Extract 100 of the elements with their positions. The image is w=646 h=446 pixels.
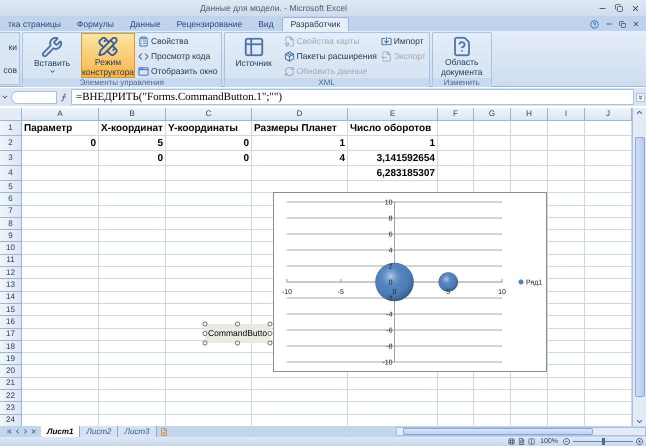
column-header[interactable]: E (348, 108, 438, 121)
ribbon-small-button[interactable]: Отобразить окно (137, 64, 219, 78)
row-header[interactable]: 14 (0, 292, 22, 304)
column-header[interactable]: G (474, 108, 511, 121)
column-header[interactable]: B (99, 108, 166, 121)
sheet-tab[interactable]: Лист2 (80, 426, 118, 437)
page-break-icon[interactable] (528, 438, 536, 445)
ribbon-tab[interactable]: Рецензирование (168, 17, 250, 31)
sheet-tab[interactable]: Лист3 (118, 426, 156, 437)
wrench-icon (41, 36, 63, 58)
close-icon[interactable] (631, 4, 640, 12)
ribbon-tab[interactable]: Формулы (68, 17, 122, 31)
selection-handles[interactable] (201, 320, 274, 347)
zoom-out-icon[interactable] (563, 438, 570, 445)
row-header[interactable]: 23 (0, 402, 22, 415)
scroll-thumb[interactable] (403, 428, 593, 435)
column-header[interactable]: I (548, 108, 585, 121)
command-button[interactable]: CommandButto (205, 324, 270, 343)
ribbon-large-button[interactable]: Источник (226, 33, 281, 78)
empty-cell (99, 340, 166, 354)
column-header[interactable]: D (252, 108, 348, 121)
expand-icon[interactable] (636, 92, 645, 102)
column-header[interactable]: F (438, 108, 474, 121)
last-sheet-icon[interactable] (30, 428, 37, 435)
row-header[interactable]: 13 (0, 279, 22, 292)
row-header[interactable]: 19 (0, 353, 22, 366)
empty-cell (548, 193, 585, 206)
ribbon-small-button[interactable]: Импорт (380, 34, 427, 48)
empty-cell (99, 353, 166, 366)
help-icon[interactable] (590, 20, 599, 28)
ribbon-button-label[interactable]: сов (0, 64, 19, 76)
row-header[interactable]: 12 (0, 267, 22, 280)
scroll-thumb[interactable] (634, 137, 644, 397)
row-header[interactable]: 3 (0, 151, 22, 166)
horizontal-scrollbar[interactable] (396, 427, 646, 436)
empty-cell (511, 402, 548, 415)
ribbon-small-button[interactable]: Пакеты расширения (282, 49, 378, 63)
row-header[interactable]: 2 (0, 136, 22, 151)
vertical-scrollbar[interactable] (632, 108, 646, 426)
row-header[interactable]: 9 (0, 230, 22, 242)
zoom-slider-thumb[interactable] (602, 438, 604, 445)
row-header[interactable]: 6 (0, 193, 22, 206)
row-header[interactable]: 11 (0, 254, 22, 268)
next-sheet-icon[interactable] (22, 428, 29, 435)
restore-icon[interactable] (615, 4, 623, 12)
empty-cell (99, 378, 166, 390)
scroll-down-icon[interactable] (635, 417, 644, 426)
empty-cell (438, 136, 474, 151)
empty-cell (548, 402, 585, 415)
ribbon-large-button[interactable]: Вставить (25, 33, 79, 78)
normal-view-icon[interactable] (508, 438, 516, 445)
row-header[interactable]: 5 (0, 181, 22, 194)
ribbon-tab[interactable]: Данные (122, 17, 169, 31)
column-header[interactable]: H (511, 108, 548, 121)
row-header[interactable]: 1 (0, 121, 22, 136)
row-header[interactable]: 15 (0, 304, 22, 316)
function-icon[interactable] (59, 92, 69, 102)
empty-cell (99, 206, 166, 218)
row-header[interactable]: 17 (0, 328, 22, 341)
ribbon-tab[interactable]: Вид (250, 17, 282, 31)
row-header[interactable]: 16 (0, 316, 22, 329)
row-header[interactable]: 22 (0, 390, 22, 402)
row-header[interactable]: 20 (0, 365, 22, 378)
table-cell: 1 (252, 136, 348, 151)
ribbon-tab[interactable]: Разработчик (282, 17, 350, 31)
ribbon-small-button[interactable]: Просмотр кода (137, 49, 219, 63)
row-header[interactable]: 24 (0, 414, 22, 427)
close-icon[interactable] (632, 20, 640, 28)
empty-cell (99, 267, 166, 280)
column-header[interactable]: C (166, 108, 252, 121)
table-cell: 0 (166, 136, 252, 151)
ribbon-small-button[interactable]: Свойства (137, 34, 219, 48)
row-header[interactable]: 18 (0, 340, 22, 354)
row-header[interactable]: 4 (0, 166, 22, 181)
page-layout-icon[interactable] (518, 438, 526, 445)
table-cell: 4 (252, 151, 348, 166)
row-header[interactable]: 7 (0, 206, 22, 218)
ribbon-button-label[interactable]: ки (0, 40, 19, 54)
pencil-ruler-icon (97, 36, 119, 57)
row-header[interactable]: 10 (0, 242, 22, 255)
row-header[interactable]: 8 (0, 218, 22, 230)
ribbon-large-button[interactable]: Режим конструктора (81, 33, 135, 78)
empty-cell (99, 365, 166, 378)
row-header[interactable]: 21 (0, 378, 22, 390)
empty-cell (548, 121, 585, 136)
zoom-in-icon[interactable] (636, 438, 643, 445)
previous-sheet-icon[interactable] (14, 428, 21, 435)
sheet-tab[interactable]: Лист1 (41, 426, 80, 437)
table-cell: 3,141592654 (348, 151, 438, 166)
column-header[interactable]: J (585, 108, 632, 121)
window-icon (138, 66, 149, 76)
ribbon-large-button[interactable]: Область документа (434, 33, 489, 78)
column-header[interactable]: A (22, 108, 99, 121)
dropdown-icon[interactable] (1, 93, 9, 101)
code-icon (138, 50, 149, 62)
restore-icon[interactable] (619, 20, 626, 28)
formula-field[interactable]: =ВНЕДРИТЬ("Forms.CommandButton.1";"") (71, 89, 634, 105)
scroll-up-icon[interactable] (635, 108, 644, 117)
ribbon-tab[interactable]: тка страницы (0, 17, 69, 31)
first-sheet-icon[interactable] (6, 428, 13, 435)
